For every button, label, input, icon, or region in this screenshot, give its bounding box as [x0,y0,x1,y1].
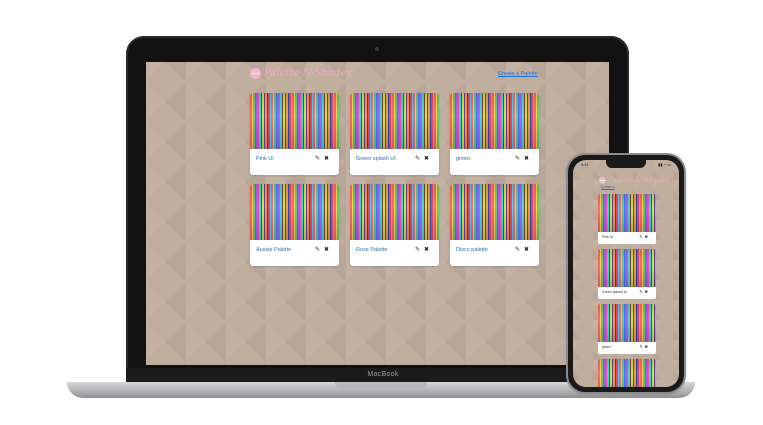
delete-icon[interactable]: ✖ [645,344,648,349]
palette-card[interactable]: Aussie Palette ✎ ✖ [250,184,339,266]
delete-icon[interactable]: ✖ [524,155,529,162]
palette-swatch[interactable] [450,184,539,240]
app-title: Palette-N-Shades [264,68,352,79]
edit-icon[interactable]: ✎ [415,246,420,253]
edit-icon[interactable]: ✎ [639,344,642,349]
phone-palette-card[interactable]: Pink UI ✎ ✖ [598,194,656,244]
status-icons: ▮▮ ◔ ▭ [658,162,671,167]
phone-notch [606,160,646,168]
delete-icon[interactable]: ✖ [645,289,648,294]
palette-name: Pink UI [256,156,274,162]
status-time: 9:41 [581,162,589,167]
phone-palette-card[interactable]: green ✎ ✖ [598,304,656,354]
phone-app-logo[interactable]: Palette-N-Shades [599,176,669,184]
palette-name: Green splash UI [356,156,396,162]
palette-swatch[interactable] [250,93,339,149]
delete-icon[interactable]: ✖ [424,246,429,253]
edit-icon[interactable]: ✎ [639,289,642,294]
delete-icon[interactable]: ✖ [324,246,329,253]
phone-create-palette-link[interactable]: Create a [601,185,614,189]
palette-name: green [602,345,611,349]
palette-name: green [456,156,471,162]
palette-swatch[interactable] [250,184,339,240]
laptop-screen: Palette-N-Shades Create a Palette Pink U… [146,62,609,365]
palette-name: Pink UI [602,235,614,239]
edit-icon[interactable]: ✎ [639,234,642,239]
palette-swatch[interactable] [598,359,656,387]
phone-app-title: Palette-N-Shades [608,176,670,184]
delete-icon[interactable]: ✖ [524,246,529,253]
palette-swatch[interactable] [598,249,656,287]
palette-name: Green splash UI [602,290,628,294]
palette-swatch[interactable] [598,304,656,342]
palette-swatch[interactable] [598,194,656,232]
palette-card[interactable]: Green splash UI ✎ ✖ [350,93,439,175]
phone-palette-card[interactable]: Green splash UI ✎ ✖ [598,249,656,299]
edit-icon[interactable]: ✎ [415,155,420,162]
app-logo[interactable]: Palette-N-Shades [250,68,352,79]
delete-icon[interactable]: ✖ [324,155,329,162]
phone-mockup: 9:41 ▮▮ ◔ ▭ Palette-N-Shades Create a Pi… [568,155,684,392]
delete-icon[interactable]: ✖ [424,155,429,162]
palette-logo-icon [250,68,261,79]
laptop-lid: Palette-N-Shades Create a Palette Pink U… [126,36,629,382]
palette-name: Aussie Palette [256,247,292,253]
edit-icon[interactable]: ✎ [315,246,320,253]
palette-card[interactable]: Rose Palette ✎ ✖ [350,184,439,266]
edit-icon[interactable]: ✎ [315,155,320,162]
phone-screen: 9:41 ▮▮ ◔ ▭ Palette-N-Shades Create a Pi… [573,160,679,387]
palette-swatch[interactable] [350,93,439,149]
palette-name: Rose Palette [356,247,388,253]
palette-logo-icon [599,176,606,184]
edit-icon[interactable]: ✎ [515,246,520,253]
camera-icon [375,47,379,51]
palette-card[interactable]: Pink UI ✎ ✖ [250,93,339,175]
palette-swatch[interactable] [350,184,439,240]
device-label: MacBook [367,371,399,378]
palette-name: Disco palette [456,247,488,253]
create-palette-link[interactable]: Create a Palette [498,71,538,77]
delete-icon[interactable]: ✖ [645,234,648,239]
palette-card[interactable]: Disco palette ✎ ✖ [450,184,539,266]
laptop-hinge-notch [335,382,427,388]
palette-card[interactable]: green ✎ ✖ [450,93,539,175]
palette-swatch[interactable] [450,93,539,149]
edit-icon[interactable]: ✎ [515,155,520,162]
phone-palette-card[interactable] [598,359,656,387]
